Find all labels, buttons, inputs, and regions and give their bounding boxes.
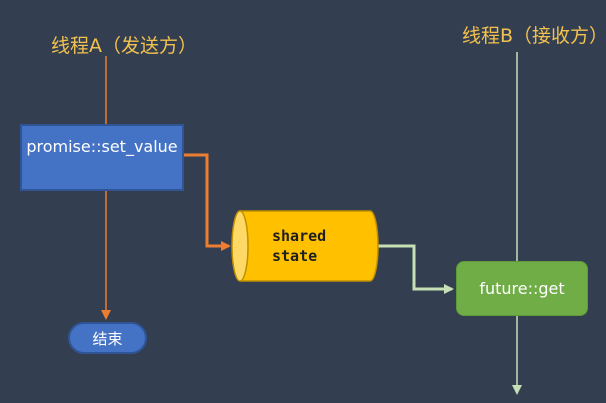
promise-set-value-node: promise::set_value bbox=[20, 124, 184, 191]
shared-state-line2: state bbox=[272, 247, 318, 265]
end-node: 结束 bbox=[68, 322, 147, 354]
shared-state-label: shared state bbox=[272, 226, 326, 266]
end-label: 结束 bbox=[92, 329, 123, 348]
arrow-set-value-to-shared-state bbox=[184, 153, 231, 251]
thread-a-title: 线程A（发送方） bbox=[51, 35, 197, 57]
thread-b-title: 线程B（接收方） bbox=[462, 25, 606, 47]
arrow-shared-state-to-future-get bbox=[377, 244, 454, 294]
promise-set-value-label: promise::set_value bbox=[26, 137, 178, 156]
future-get-node: future::get bbox=[456, 261, 588, 316]
diagram-canvas: 线程A（发送方） 线程B（接收方） promise::set_value sha… bbox=[0, 0, 606, 403]
shared-state-line1: shared bbox=[272, 227, 327, 245]
future-get-label: future::get bbox=[479, 279, 565, 298]
